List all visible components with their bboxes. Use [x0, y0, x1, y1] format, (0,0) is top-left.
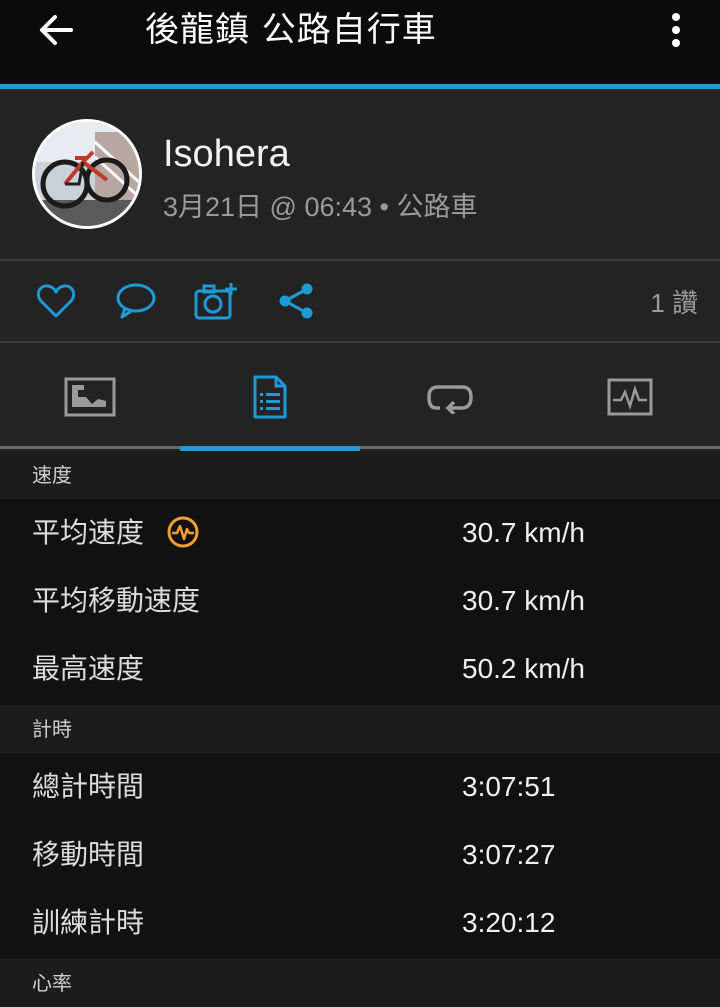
arrow-left-icon	[40, 15, 73, 45]
add-photo-button[interactable]	[192, 279, 240, 323]
document-list-icon	[253, 375, 287, 419]
stat-row: 訓練計時 3:20:12	[0, 889, 720, 957]
stat-value: 3:20:12	[462, 907, 556, 938]
stat-row: 移動時間 3:07:27	[0, 821, 720, 889]
stat-label: 最高速度	[32, 652, 145, 685]
tab-overview[interactable]	[0, 343, 180, 451]
stat-label: 移動時間	[32, 838, 145, 871]
bicycle-photo-icon	[35, 122, 139, 226]
stat-value: 30.7 km/h	[462, 517, 585, 548]
app-bar: 後龍鎮 公路自行車	[0, 0, 720, 86]
stat-label: 平均速度	[32, 516, 145, 549]
loop-icon	[427, 385, 473, 414]
stat-row: 平均移動速度 30.7 km/h	[0, 567, 720, 635]
stat-row: 最高速度 50.2 km/h	[0, 635, 720, 703]
tab-bar	[0, 343, 720, 451]
chart-card-icon	[607, 378, 653, 416]
tab-stats[interactable]	[180, 343, 360, 451]
share-button[interactable]	[272, 279, 320, 323]
section-header-speed: 速度	[0, 451, 720, 499]
activity-profile: Isohera 3月21日 @ 06:43 • 公路車	[0, 89, 720, 260]
back-button[interactable]	[30, 8, 82, 52]
stat-value: 3:07:51	[462, 771, 556, 802]
stat-value: 50.2 km/h	[462, 653, 585, 684]
section-header-timing: 計時	[0, 705, 720, 753]
stat-label: 訓練計時	[32, 906, 145, 939]
activity-meta: 3月21日 @ 06:43 • 公路車	[163, 192, 478, 222]
action-bar: 1 讚	[0, 261, 720, 342]
tab-underline	[0, 446, 720, 449]
page-title: 後龍鎮 公路自行車	[145, 10, 437, 50]
heart-icon	[36, 284, 76, 318]
more-vert-icon	[672, 13, 680, 47]
stat-row: 總計時間 3:07:51	[0, 753, 720, 821]
heart-rate-badge-icon[interactable]	[166, 515, 200, 549]
map-card-icon	[64, 377, 116, 417]
tab-laps[interactable]	[360, 343, 540, 451]
like-button[interactable]	[32, 279, 80, 323]
likes-count[interactable]: 1 讚	[650, 283, 698, 320]
avatar[interactable]	[32, 119, 142, 229]
stat-label: 總計時間	[32, 770, 145, 803]
stat-row: 平均速度 30.7 km/h	[0, 499, 720, 567]
stat-value: 3:07:27	[462, 839, 556, 870]
comment-icon	[116, 283, 156, 319]
share-icon	[279, 283, 313, 319]
add-photo-icon	[194, 283, 237, 320]
stat-label: 平均移動速度	[32, 584, 201, 617]
stat-value: 30.7 km/h	[462, 585, 585, 616]
section-header-heartrate: 心率	[0, 959, 720, 1007]
tab-charts[interactable]	[540, 343, 720, 451]
more-menu-button[interactable]	[656, 8, 696, 52]
username[interactable]: Isohera	[163, 133, 290, 176]
comment-button[interactable]	[112, 279, 160, 323]
